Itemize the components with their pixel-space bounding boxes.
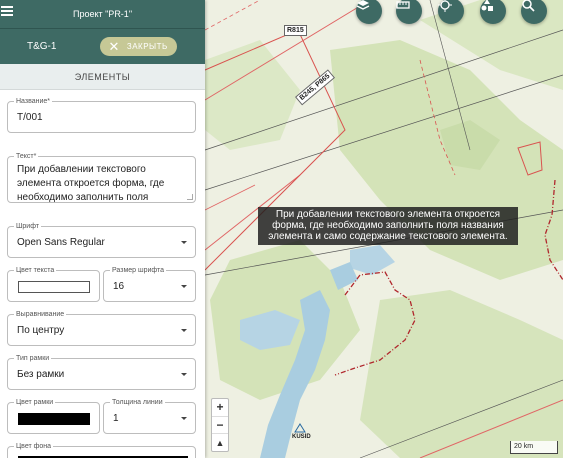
panel-header: Проект "PR-1"	[0, 0, 205, 28]
close-button-label: ЗАКРЫТЬ	[126, 42, 168, 51]
font-select-value: Open Sans Regular	[17, 237, 105, 248]
chevron-down-icon	[181, 373, 187, 376]
frame-type-label: Тип рамки	[14, 354, 52, 363]
line-width-select[interactable]: Толщина линии 1	[103, 398, 196, 434]
zoom-out-button[interactable]: −	[212, 417, 228, 435]
alignment-label: Выравнивание	[14, 310, 67, 319]
font-size-select[interactable]: Размер шрифта 16	[103, 266, 196, 302]
bg-color-picker[interactable]: Цвет фона	[7, 442, 196, 458]
bg-color-label: Цвет фона	[14, 442, 54, 451]
search-icon	[522, 0, 535, 12]
text-field[interactable]: Текст* При добавлении текстового элемент…	[7, 152, 196, 203]
font-select[interactable]: Шрифт Open Sans Regular	[7, 222, 196, 258]
layers-icon	[356, 0, 370, 10]
layer-name: T&G-1	[27, 41, 57, 52]
frame-type-value: Без рамки	[17, 369, 65, 380]
frame-color-picker[interactable]: Цвет рамки	[7, 398, 100, 434]
chevron-down-icon	[181, 285, 187, 288]
ruler-icon	[396, 1, 410, 9]
alignment-value: По центру	[17, 325, 65, 336]
compass-button[interactable]: ▲	[212, 434, 228, 451]
name-field-label: Название*	[14, 97, 53, 106]
alignment-select[interactable]: Выравнивание По центру	[7, 310, 196, 346]
font-size-label: Размер шрифта	[110, 266, 167, 275]
menu-icon[interactable]	[1, 6, 13, 18]
road-label-r815: R815	[284, 25, 307, 36]
close-button[interactable]: ✕ ЗАКРЫТЬ	[100, 37, 178, 56]
chevron-down-icon	[181, 329, 187, 332]
name-field-value: T/001	[17, 112, 43, 123]
crosshair-icon	[438, 0, 452, 12]
line-width-label: Толщина линии	[110, 398, 165, 407]
text-field-value: При добавлении текстового элемента откро…	[17, 164, 165, 202]
shapes-icon	[481, 0, 493, 11]
font-select-label: Шрифт	[14, 222, 42, 231]
resize-grip-icon[interactable]	[187, 194, 193, 200]
scale-bar: 20 km	[510, 441, 558, 454]
text-color-label: Цвет текста	[14, 266, 57, 275]
frame-color-label: Цвет рамки	[14, 398, 56, 407]
text-field-label: Текст*	[14, 152, 39, 161]
map-tooltip: При добавлении текстового элемента откро…	[258, 207, 518, 245]
tab-elements[interactable]: ЭЛЕМЕНТЫ	[0, 64, 205, 90]
place-label-kusid: KUSID	[292, 434, 311, 440]
zoom-control: + − ▲	[211, 398, 229, 452]
font-size-value: 16	[113, 281, 125, 292]
side-panel: Проект "PR-1" T&G-1 ✕ ЗАКРЫТЬ ЭЛЕМЕНТЫ Н…	[0, 0, 205, 458]
chevron-down-icon	[181, 241, 187, 244]
project-title: Проект "PR-1"	[72, 9, 133, 19]
close-icon: ✕	[108, 38, 120, 54]
name-field[interactable]: Название* T/001	[7, 97, 196, 133]
text-color-swatch	[18, 281, 90, 293]
text-color-picker[interactable]: Цвет текста	[7, 266, 100, 302]
zoom-in-button[interactable]: +	[212, 399, 228, 417]
frame-type-select[interactable]: Тип рамки Без рамки	[7, 354, 196, 390]
frame-color-swatch	[18, 413, 90, 425]
chevron-down-icon	[181, 417, 187, 420]
layer-bar: T&G-1 ✕ ЗАКРЫТЬ	[0, 28, 205, 64]
line-width-value: 1	[113, 413, 119, 424]
